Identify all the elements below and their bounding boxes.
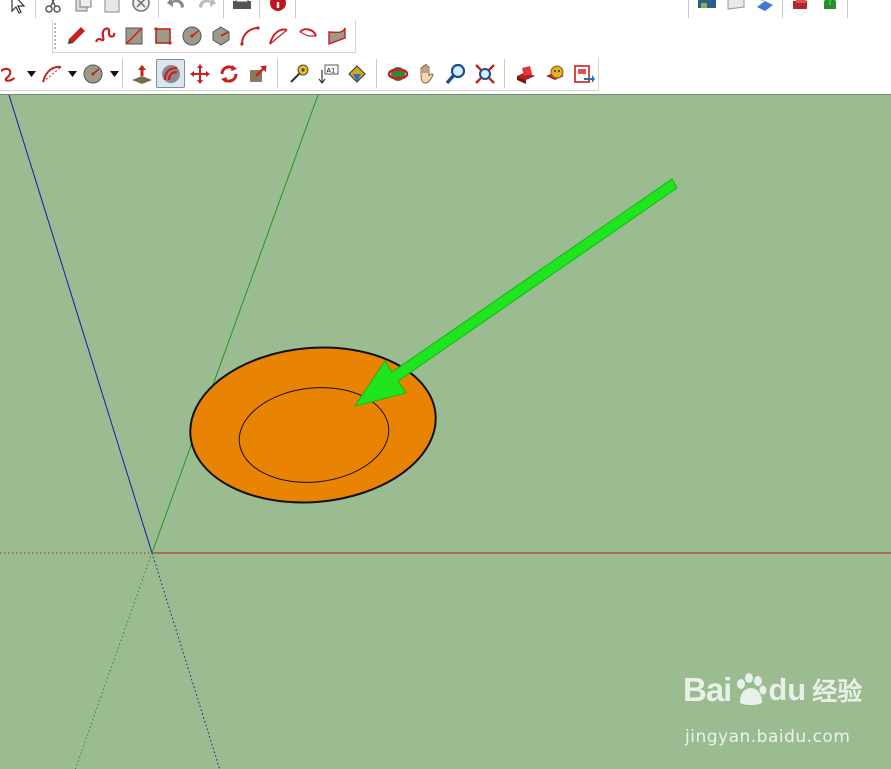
layers-icon[interactable] (692, 0, 721, 18)
watermark-brand-jingyan: 经验 (812, 677, 863, 706)
undo-icon[interactable] (162, 0, 191, 18)
blue-axis-positive (8, 95, 153, 554)
pie-icon[interactable] (322, 22, 351, 51)
green-arrow-annotation (353, 178, 678, 407)
send-to-layout-icon[interactable] (569, 59, 598, 88)
extension-warehouse-icon[interactable] (540, 59, 569, 88)
rectangle-icon[interactable] (119, 22, 148, 51)
two-point-arc-icon[interactable] (264, 22, 293, 51)
offset-icon[interactable] (156, 59, 185, 88)
toolbar-area: A1 (0, 0, 891, 94)
three-point-arc-icon[interactable] (293, 22, 322, 51)
model-info-icon[interactable] (263, 0, 292, 18)
pan-icon[interactable] (412, 59, 441, 88)
polygon-icon[interactable] (206, 22, 235, 51)
paint-icon[interactable] (750, 0, 779, 18)
paste-icon[interactable] (97, 0, 126, 18)
rotated-rectangle-icon[interactable] (148, 22, 177, 51)
scale-icon[interactable] (243, 59, 272, 88)
model-scene[interactable] (0, 95, 891, 769)
orbit-icon[interactable] (383, 59, 412, 88)
svg-text:A1: A1 (326, 66, 335, 74)
redo-icon[interactable] (191, 0, 220, 18)
freehand-dropdown-icon[interactable] (25, 59, 37, 88)
push-pull-icon[interactable] (127, 59, 156, 88)
page-icon[interactable] (721, 0, 750, 18)
copy-icon[interactable] (68, 0, 97, 18)
text-icon[interactable]: A1 (313, 59, 342, 88)
freehand-icon[interactable] (0, 59, 25, 88)
drawing-viewport[interactable]: Bai du 经验 jingyan.baidu.com (0, 94, 891, 769)
circle-icon[interactable] (177, 22, 206, 51)
arc-icon[interactable] (37, 59, 66, 88)
component-icon[interactable] (815, 0, 844, 18)
drawing-toolbar (52, 20, 356, 53)
arc-icon[interactable] (235, 22, 264, 51)
main-toolbar: A1 (0, 57, 599, 91)
sketchup-window: A1 Bai du 经验 jingyan.baidu.com (0, 0, 891, 769)
warehouse-icon[interactable] (511, 59, 540, 88)
move-icon[interactable] (185, 59, 214, 88)
green-axis-negative (74, 552, 153, 769)
paint-bucket-icon[interactable] (342, 59, 371, 88)
pencil-icon[interactable] (61, 22, 90, 51)
watermark-brand-du: du (768, 672, 807, 707)
freehand-icon[interactable] (90, 22, 119, 51)
watermark-site: jingyan.baidu.com (685, 727, 851, 747)
toolbar-grip[interactable] (54, 23, 57, 49)
print-icon[interactable] (227, 0, 256, 18)
baidu-logo: Bai du 经验 (683, 671, 862, 709)
blue-axis-negative (151, 552, 221, 769)
paw-icon (737, 673, 767, 705)
delete-icon[interactable] (126, 0, 155, 18)
upload-icon[interactable] (786, 0, 815, 18)
circle-icon[interactable] (78, 59, 107, 88)
tape-measure-icon[interactable] (284, 59, 313, 88)
watermark-brand-bai: Bai (683, 671, 732, 708)
zoom-extents-icon[interactable] (470, 59, 499, 88)
circle-dropdown-icon[interactable] (107, 59, 123, 88)
eraser-icon[interactable] (39, 0, 68, 18)
right-toolbar (688, 0, 848, 18)
rotate-icon[interactable] (214, 59, 243, 88)
arc-dropdown-icon[interactable] (66, 59, 78, 88)
zoom-icon[interactable] (441, 59, 470, 88)
select-icon[interactable] (3, 0, 32, 18)
baidu-watermark: Bai du 经验 jingyan.baidu.com (683, 669, 883, 751)
standard-toolbar (0, 0, 296, 18)
